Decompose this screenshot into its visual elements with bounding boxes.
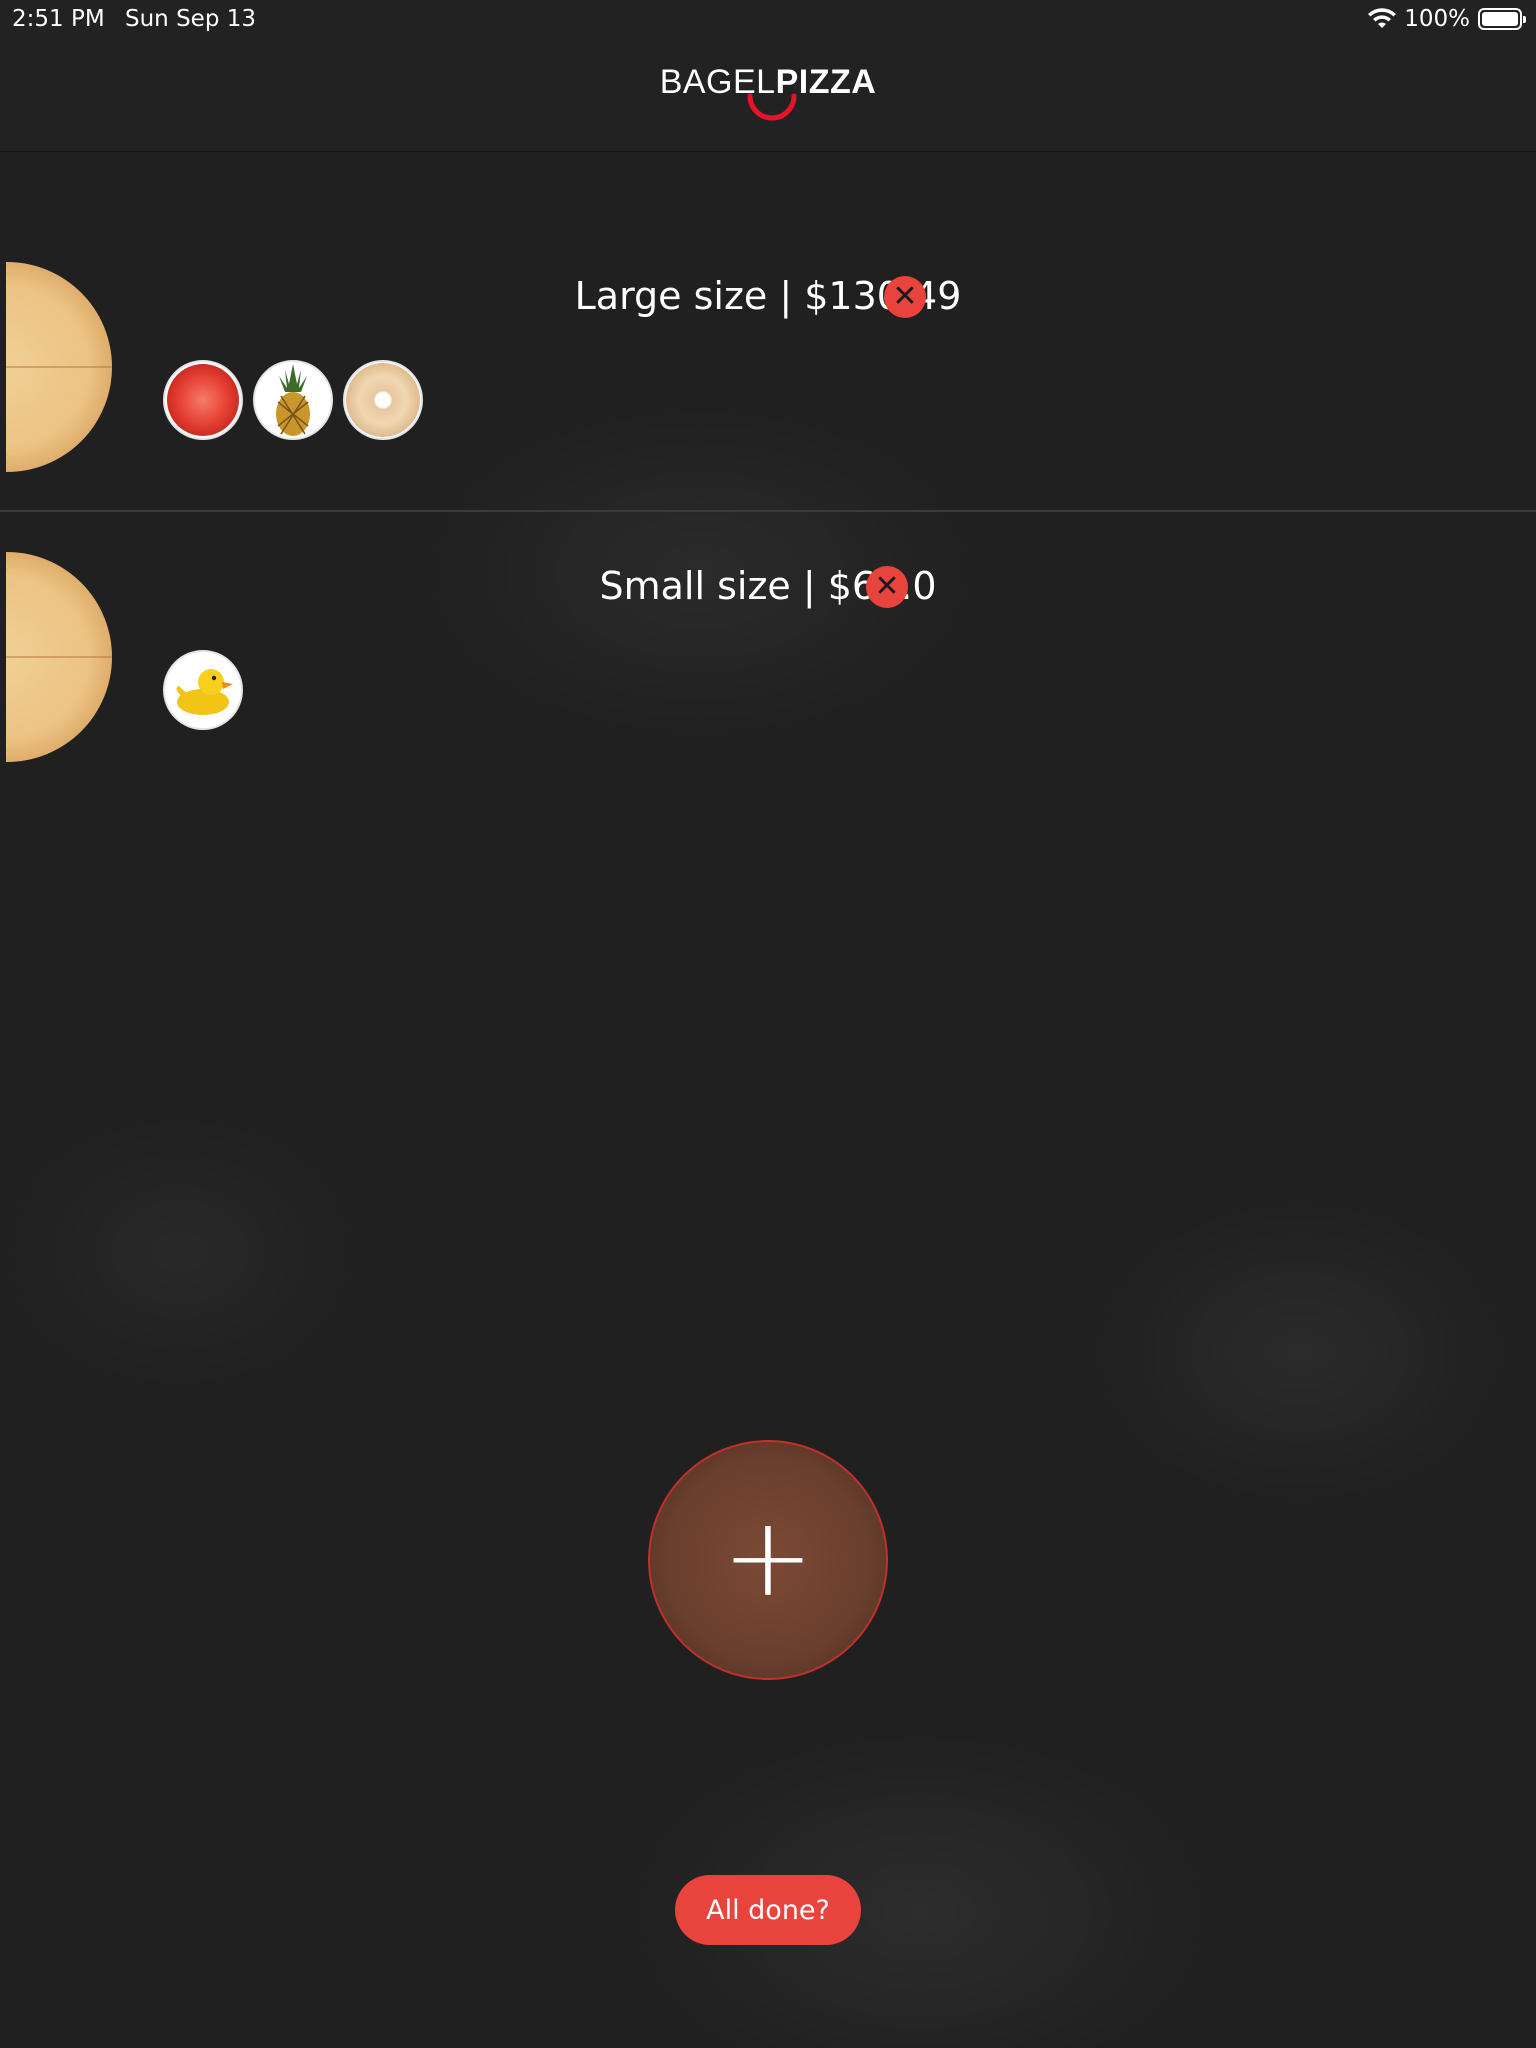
rubber-duck-icon <box>163 650 243 730</box>
order-row[interactable]: Large size | $130.49 ✕ <box>0 222 1536 512</box>
remove-order-button[interactable]: ✕ <box>884 276 926 318</box>
all-done-button[interactable]: All done? <box>675 1875 861 1945</box>
pineapple-icon <box>253 360 333 440</box>
nav-bar: BAGELPIZZA <box>0 40 1536 152</box>
screen: 2:51 PM Sun Sep 13 100% BAGELPIZZA Large… <box>0 0 1536 2048</box>
remove-order-button[interactable]: ✕ <box>866 566 908 608</box>
logo-smile-arc-icon <box>747 93 797 121</box>
status-date: Sun Sep 13 <box>125 6 256 32</box>
order-title: Small size | $63.0 <box>599 564 937 608</box>
order-title: Large size | $130.49 <box>574 274 962 318</box>
status-bar: 2:51 PM Sun Sep 13 100% <box>0 0 1536 40</box>
status-time: 2:51 PM <box>12 6 105 32</box>
battery-percent: 100% <box>1404 6 1470 32</box>
toppings-list <box>163 360 423 440</box>
status-right: 100% <box>1368 6 1526 32</box>
toppings-list <box>163 650 243 730</box>
bagel-icon <box>343 360 423 440</box>
order-row[interactable]: Small size | $63.0 ✕ <box>0 512 1536 802</box>
tomato-icon <box>163 360 243 440</box>
wifi-icon <box>1368 8 1397 28</box>
add-pizza-button[interactable]: + <box>648 1440 888 1680</box>
battery-icon <box>1478 8 1526 30</box>
plus-icon: + <box>721 1493 815 1621</box>
